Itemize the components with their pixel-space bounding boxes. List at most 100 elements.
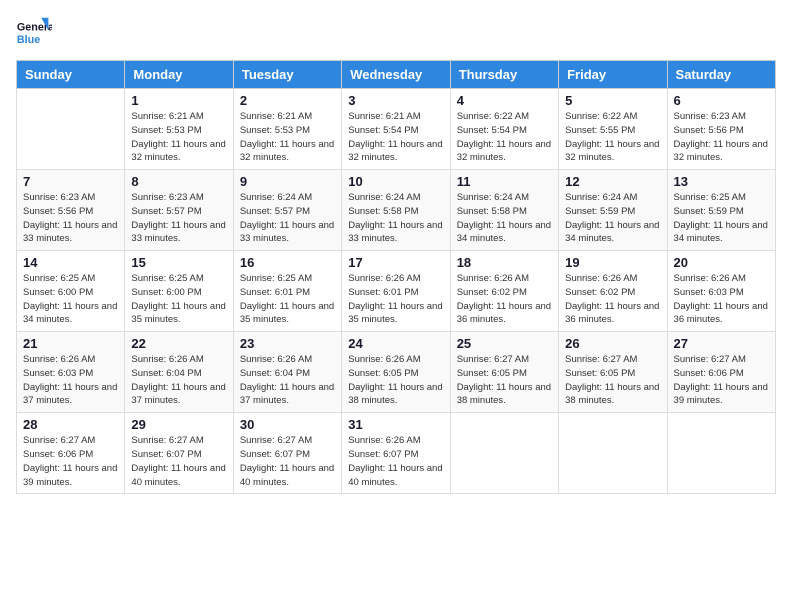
- day-number: 16: [240, 255, 335, 270]
- day-number: 14: [23, 255, 118, 270]
- day-cell: 10 Sunrise: 6:24 AMSunset: 5:58 PMDayligh…: [342, 170, 450, 251]
- day-info: Sunrise: 6:23 AMSunset: 5:56 PMDaylight:…: [674, 110, 769, 165]
- day-info: Sunrise: 6:27 AMSunset: 6:07 PMDaylight:…: [131, 434, 226, 489]
- day-cell: 21 Sunrise: 6:26 AMSunset: 6:03 PMDayligh…: [17, 332, 125, 413]
- header-thursday: Thursday: [450, 61, 558, 89]
- day-cell: 16 Sunrise: 6:25 AMSunset: 6:01 PMDayligh…: [233, 251, 341, 332]
- week-row-1: 1 Sunrise: 6:21 AMSunset: 5:53 PMDaylight…: [17, 89, 776, 170]
- day-cell: [450, 413, 558, 494]
- day-cell: 18 Sunrise: 6:26 AMSunset: 6:02 PMDayligh…: [450, 251, 558, 332]
- header-monday: Monday: [125, 61, 233, 89]
- header-saturday: Saturday: [667, 61, 775, 89]
- day-info: Sunrise: 6:21 AMSunset: 5:54 PMDaylight:…: [348, 110, 443, 165]
- header-row: SundayMondayTuesdayWednesdayThursdayFrid…: [17, 61, 776, 89]
- week-row-2: 7Sunrise: 6:23 AMSunset: 5:56 PMDaylight…: [17, 170, 776, 251]
- day-number: 26: [565, 336, 660, 351]
- day-info: Sunrise: 6:26 AMSunset: 6:04 PMDaylight:…: [240, 353, 335, 408]
- day-number: 22: [131, 336, 226, 351]
- day-cell: 4 Sunrise: 6:22 AMSunset: 5:54 PMDaylight…: [450, 89, 558, 170]
- day-cell: 26Sunrise: 6:27 AMSunset: 6:05 PMDayligh…: [559, 332, 667, 413]
- day-info: Sunrise: 6:24 AMSunset: 5:57 PMDaylight:…: [240, 191, 335, 246]
- day-number: 5: [565, 93, 660, 108]
- day-number: 3: [348, 93, 443, 108]
- day-number: 18: [457, 255, 552, 270]
- day-number: 6: [674, 93, 769, 108]
- day-cell: 19 Sunrise: 6:26 AMSunset: 6:02 PMDayligh…: [559, 251, 667, 332]
- week-row-3: 14 Sunrise: 6:25 AMSunset: 6:00 PMDayligh…: [17, 251, 776, 332]
- day-info: Sunrise: 6:25 AMSunset: 6:01 PMDaylight:…: [240, 272, 335, 327]
- day-cell: 24 Sunrise: 6:26 AMSunset: 6:05 PMDayligh…: [342, 332, 450, 413]
- day-info: Sunrise: 6:27 AMSunset: 6:05 PMDaylight:…: [457, 353, 552, 408]
- day-cell: 22 Sunrise: 6:26 AMSunset: 6:04 PMDayligh…: [125, 332, 233, 413]
- day-cell: 7Sunrise: 6:23 AMSunset: 5:56 PMDaylight…: [17, 170, 125, 251]
- day-number: 17: [348, 255, 443, 270]
- day-info: Sunrise: 6:26 AMSunset: 6:03 PMDaylight:…: [674, 272, 769, 327]
- day-info: Sunrise: 6:26 AMSunset: 6:07 PMDaylight:…: [348, 434, 443, 489]
- day-info: Sunrise: 6:26 AMSunset: 6:03 PMDaylight:…: [23, 353, 118, 408]
- day-cell: 8 Sunrise: 6:23 AMSunset: 5:57 PMDaylight…: [125, 170, 233, 251]
- day-info: Sunrise: 6:26 AMSunset: 6:04 PMDaylight:…: [131, 353, 226, 408]
- day-cell: 11 Sunrise: 6:24 AMSunset: 5:58 PMDayligh…: [450, 170, 558, 251]
- day-number: 8: [131, 174, 226, 189]
- day-number: 19: [565, 255, 660, 270]
- day-number: 9: [240, 174, 335, 189]
- day-cell: 30 Sunrise: 6:27 AMSunset: 6:07 PMDayligh…: [233, 413, 341, 494]
- header-friday: Friday: [559, 61, 667, 89]
- header-tuesday: Tuesday: [233, 61, 341, 89]
- day-number: 30: [240, 417, 335, 432]
- day-info: Sunrise: 6:27 AMSunset: 6:06 PMDaylight:…: [674, 353, 769, 408]
- day-info: Sunrise: 6:24 AMSunset: 5:59 PMDaylight:…: [565, 191, 660, 246]
- header-sunday: Sunday: [17, 61, 125, 89]
- day-info: Sunrise: 6:27 AMSunset: 6:06 PMDaylight:…: [23, 434, 118, 489]
- day-info: Sunrise: 6:25 AMSunset: 6:00 PMDaylight:…: [131, 272, 226, 327]
- day-info: Sunrise: 6:21 AMSunset: 5:53 PMDaylight:…: [240, 110, 335, 165]
- day-number: 12: [565, 174, 660, 189]
- day-cell: [17, 89, 125, 170]
- day-info: Sunrise: 6:26 AMSunset: 6:01 PMDaylight:…: [348, 272, 443, 327]
- day-number: 20: [674, 255, 769, 270]
- day-cell: 15Sunrise: 6:25 AMSunset: 6:00 PMDayligh…: [125, 251, 233, 332]
- header-wednesday: Wednesday: [342, 61, 450, 89]
- day-info: Sunrise: 6:24 AMSunset: 5:58 PMDaylight:…: [457, 191, 552, 246]
- day-number: 28: [23, 417, 118, 432]
- day-info: Sunrise: 6:27 AMSunset: 6:07 PMDaylight:…: [240, 434, 335, 489]
- day-number: 23: [240, 336, 335, 351]
- day-cell: 5Sunrise: 6:22 AMSunset: 5:55 PMDaylight…: [559, 89, 667, 170]
- day-info: Sunrise: 6:25 AMSunset: 6:00 PMDaylight:…: [23, 272, 118, 327]
- day-cell: 20 Sunrise: 6:26 AMSunset: 6:03 PMDayligh…: [667, 251, 775, 332]
- day-info: Sunrise: 6:24 AMSunset: 5:58 PMDaylight:…: [348, 191, 443, 246]
- day-number: 25: [457, 336, 552, 351]
- day-cell: 2 Sunrise: 6:21 AMSunset: 5:53 PMDaylight…: [233, 89, 341, 170]
- day-cell: 29 Sunrise: 6:27 AMSunset: 6:07 PMDayligh…: [125, 413, 233, 494]
- day-info: Sunrise: 6:22 AMSunset: 5:54 PMDaylight:…: [457, 110, 552, 165]
- day-number: 29: [131, 417, 226, 432]
- day-number: 31: [348, 417, 443, 432]
- page-header: GeneralBlue: [16, 16, 776, 52]
- day-cell: 31 Sunrise: 6:26 AMSunset: 6:07 PMDayligh…: [342, 413, 450, 494]
- day-number: 4: [457, 93, 552, 108]
- day-cell: 17 Sunrise: 6:26 AMSunset: 6:01 PMDayligh…: [342, 251, 450, 332]
- day-number: 7: [23, 174, 118, 189]
- week-row-5: 28 Sunrise: 6:27 AMSunset: 6:06 PMDayligh…: [17, 413, 776, 494]
- day-cell: 3 Sunrise: 6:21 AMSunset: 5:54 PMDaylight…: [342, 89, 450, 170]
- day-cell: 25 Sunrise: 6:27 AMSunset: 6:05 PMDayligh…: [450, 332, 558, 413]
- day-cell: 23 Sunrise: 6:26 AMSunset: 6:04 PMDayligh…: [233, 332, 341, 413]
- day-number: 10: [348, 174, 443, 189]
- day-info: Sunrise: 6:23 AMSunset: 5:57 PMDaylight:…: [131, 191, 226, 246]
- day-info: Sunrise: 6:26 AMSunset: 6:02 PMDaylight:…: [457, 272, 552, 327]
- day-number: 21: [23, 336, 118, 351]
- svg-text:Blue: Blue: [17, 34, 40, 46]
- day-number: 2: [240, 93, 335, 108]
- day-number: 13: [674, 174, 769, 189]
- day-cell: 14 Sunrise: 6:25 AMSunset: 6:00 PMDayligh…: [17, 251, 125, 332]
- day-cell: 9 Sunrise: 6:24 AMSunset: 5:57 PMDaylight…: [233, 170, 341, 251]
- logo-icon: GeneralBlue: [16, 16, 52, 52]
- calendar-table: SundayMondayTuesdayWednesdayThursdayFrid…: [16, 60, 776, 494]
- day-info: Sunrise: 6:26 AMSunset: 6:05 PMDaylight:…: [348, 353, 443, 408]
- day-cell: 1Sunrise: 6:21 AMSunset: 5:53 PMDaylight…: [125, 89, 233, 170]
- logo: GeneralBlue: [16, 16, 56, 52]
- day-number: 1: [131, 93, 226, 108]
- day-number: 11: [457, 174, 552, 189]
- day-number: 24: [348, 336, 443, 351]
- day-info: Sunrise: 6:26 AMSunset: 6:02 PMDaylight:…: [565, 272, 660, 327]
